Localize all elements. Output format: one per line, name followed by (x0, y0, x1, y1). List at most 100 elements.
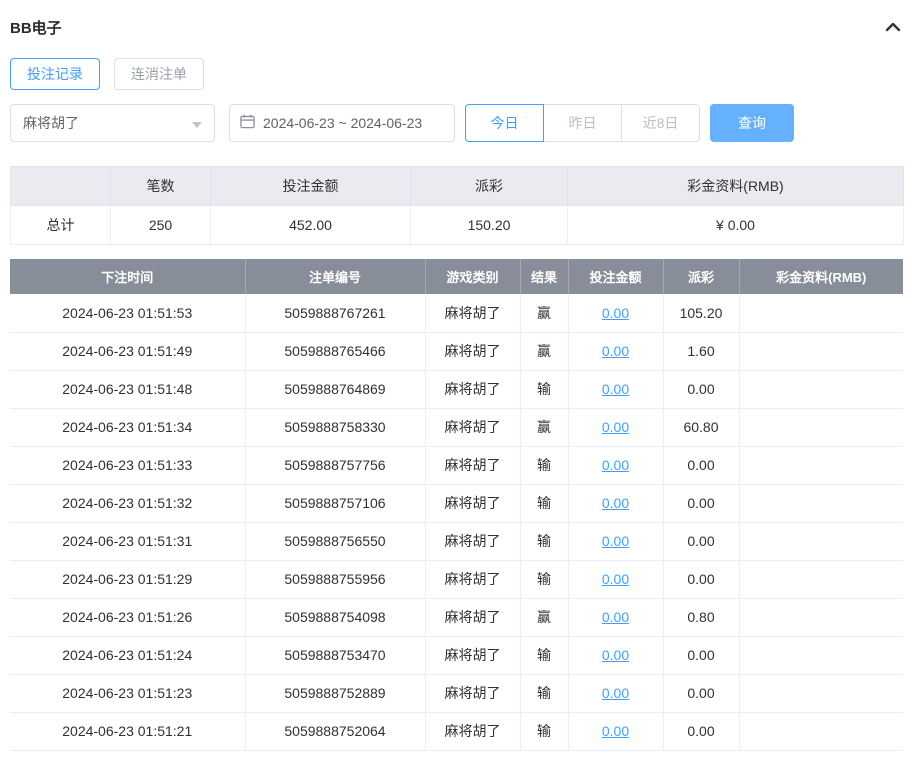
bet-time-cell: 2024-06-23 01:51:29 (10, 560, 246, 599)
table-row: 2024-06-23 01:51:53 5059888767261 麻将胡了赢 0.0… (10, 294, 903, 333)
payout-cell: 0.00 (663, 446, 740, 485)
page-title: BB电子 (10, 19, 62, 37)
bet-amount-link[interactable]: 0.00 (602, 533, 629, 549)
table-row: 2024-06-23 01:51:34 5059888758330 麻将胡了赢 0.0… (10, 408, 903, 447)
bet-amount-link[interactable]: 0.00 (602, 609, 629, 625)
bet-id-cell: 5059888755956 (245, 560, 426, 599)
bet-amount-link[interactable]: 0.00 (602, 723, 629, 739)
game-type-cell: 麻将胡了 (425, 522, 521, 561)
bonus-cell (739, 332, 903, 371)
date-range-input[interactable]: 2024-06-23 ~ 2024-06-23 (229, 104, 455, 142)
payout-cell: 0.00 (663, 712, 740, 751)
game-type-cell: 麻将胡了 (425, 332, 521, 371)
table-row: 2024-06-23 01:51:23 5059888752889 麻将胡了输 0.0… (10, 674, 903, 713)
summary-header-bet: 投注金额 (210, 166, 411, 206)
bet-amount-cell: 0.00 (568, 636, 664, 675)
bet-id-cell: 5059888757756 (245, 446, 426, 485)
game-type-select-value: 麻将胡了 (23, 115, 79, 131)
bet-amount-cell: 0.00 (568, 446, 664, 485)
payout-cell: 105.20 (663, 294, 740, 333)
table-row: 2024-06-23 01:51:24 5059888753470 麻将胡了输 0.0… (10, 636, 903, 675)
chevron-down-icon (192, 115, 202, 131)
result-cell: 输 (520, 674, 569, 713)
bet-time-cell: 2024-06-23 01:51:26 (10, 598, 246, 637)
bet-amount-cell: 0.00 (568, 332, 664, 371)
panel-header: BB电子 (10, 12, 903, 42)
bet-amount-link[interactable]: 0.00 (602, 685, 629, 701)
quick-last8days-button[interactable]: 近8日 (621, 104, 700, 142)
bet-time-cell: 2024-06-23 01:51:21 (10, 712, 246, 751)
search-button[interactable]: 查询 (710, 104, 794, 142)
bet-id-cell: 5059888757106 (245, 484, 426, 523)
bet-id-cell: 5059888753470 (245, 636, 426, 675)
bet-amount-link[interactable]: 0.00 (602, 343, 629, 359)
result-cell: 输 (520, 560, 569, 599)
bet-time-cell: 2024-06-23 01:51:33 (10, 446, 246, 485)
bet-amount-cell: 0.00 (568, 294, 664, 333)
quick-date-group: 今日 昨日 近8日 (465, 104, 700, 142)
bet-table-header-row: 下注时间 注单编号 游戏类别 结果 投注金额 派彩 彩金资料(RMB) (10, 259, 903, 294)
result-cell: 输 (520, 712, 569, 751)
bonus-cell (739, 598, 903, 637)
col-game-type: 游戏类别 (425, 259, 521, 294)
result-cell: 输 (520, 636, 569, 675)
summary-header-count: 笔数 (110, 166, 211, 206)
game-type-cell: 麻将胡了 (425, 560, 521, 599)
table-row: 2024-06-23 01:51:21 5059888752064 麻将胡了输 0.0… (10, 712, 903, 751)
game-type-cell: 麻将胡了 (425, 674, 521, 713)
bonus-cell (739, 446, 903, 485)
bet-time-cell: 2024-06-23 01:51:32 (10, 484, 246, 523)
bet-table-body: 2024-06-23 01:51:53 5059888767261 麻将胡了赢 0.0… (10, 294, 903, 751)
bonus-cell (739, 712, 903, 751)
game-type-cell: 麻将胡了 (425, 636, 521, 675)
game-type-cell: 麻将胡了 (425, 408, 521, 447)
bonus-cell (739, 636, 903, 675)
tab-cascade-orders[interactable]: 连消注单 (114, 58, 204, 90)
bet-amount-link[interactable]: 0.00 (602, 457, 629, 473)
tab-bet-records[interactable]: 投注记录 (10, 58, 100, 90)
chevron-up-icon (885, 20, 901, 35)
record-tabs: 投注记录 连消注单 (10, 58, 903, 90)
bet-record-panel: BB电子 投注记录 连消注单 麻将胡了 2024-06-23 ~ 2024-06… (0, 0, 913, 760)
table-row: 2024-06-23 01:51:26 5059888754098 麻将胡了赢 0.0… (10, 598, 903, 637)
bet-id-cell: 5059888752889 (245, 674, 426, 713)
bet-time-cell: 2024-06-23 01:51:24 (10, 636, 246, 675)
summary-header-bonus: 彩金资料(RMB) (567, 166, 904, 206)
table-row: 2024-06-23 01:51:48 5059888764869 麻将胡了输 0.0… (10, 370, 903, 409)
quick-today-button[interactable]: 今日 (465, 104, 544, 142)
bet-amount-link[interactable]: 0.00 (602, 647, 629, 663)
bet-time-cell: 2024-06-23 01:51:31 (10, 522, 246, 561)
bonus-cell (739, 484, 903, 523)
bet-amount-cell: 0.00 (568, 674, 664, 713)
bet-id-cell: 5059888765466 (245, 332, 426, 371)
col-result: 结果 (520, 259, 569, 294)
summary-header-row: 笔数 投注金额 派彩 彩金资料(RMB) (10, 166, 904, 206)
bet-id-cell: 5059888767261 (245, 294, 426, 333)
summary-total-count: 250 (110, 205, 211, 245)
bet-amount-link[interactable]: 0.00 (602, 419, 629, 435)
bet-amount-cell: 0.00 (568, 712, 664, 751)
bet-amount-link[interactable]: 0.00 (602, 305, 629, 321)
bonus-cell (739, 522, 903, 561)
game-type-cell: 麻将胡了 (425, 598, 521, 637)
summary-header-blank (10, 166, 111, 206)
filter-bar: 麻将胡了 2024-06-23 ~ 2024-06-23 今日 昨日 近8日 查… (10, 104, 903, 142)
bet-amount-link[interactable]: 0.00 (602, 381, 629, 397)
payout-cell: 0.00 (663, 484, 740, 523)
payout-cell: 60.80 (663, 408, 740, 447)
game-type-select[interactable]: 麻将胡了 (10, 104, 215, 142)
bet-amount-cell: 0.00 (568, 522, 664, 561)
bet-amount-link[interactable]: 0.00 (602, 495, 629, 511)
result-cell: 输 (520, 484, 569, 523)
bet-amount-cell: 0.00 (568, 370, 664, 409)
bonus-cell (739, 408, 903, 447)
payout-cell: 0.80 (663, 598, 740, 637)
collapse-panel-button[interactable] (883, 18, 903, 37)
bet-amount-link[interactable]: 0.00 (602, 571, 629, 587)
bet-id-cell: 5059888756550 (245, 522, 426, 561)
quick-yesterday-button[interactable]: 昨日 (543, 104, 622, 142)
bet-id-cell: 5059888758330 (245, 408, 426, 447)
summary-total-label: 总计 (10, 205, 111, 245)
payout-cell: 0.00 (663, 636, 740, 675)
table-row: 2024-06-23 01:51:31 5059888756550 麻将胡了输 0.0… (10, 522, 903, 561)
